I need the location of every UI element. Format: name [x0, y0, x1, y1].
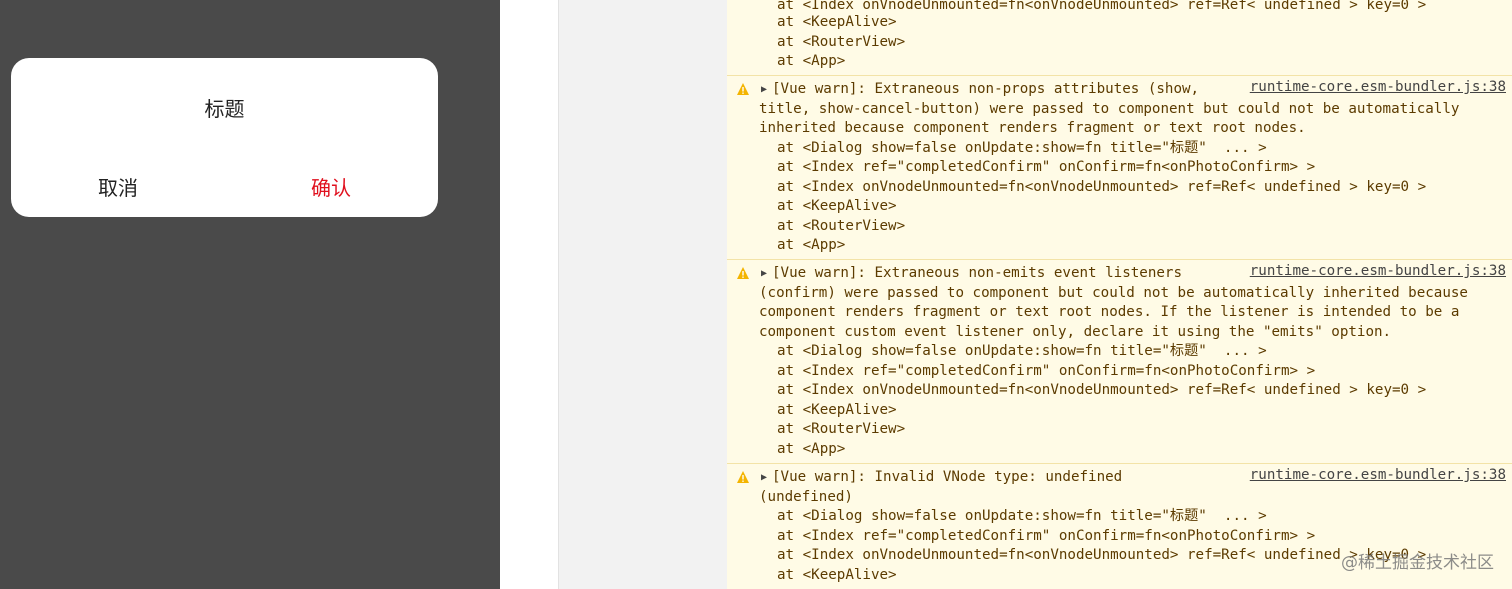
expand-arrow-icon[interactable]: ▶ — [761, 84, 767, 95]
warning-text: component renders fragment or text root … — [759, 304, 1460, 320]
stack-line: at <App> — [777, 237, 846, 253]
stack-line: at <Index onVnodeUnmounted=fn<onVnodeUnm… — [777, 179, 1427, 195]
stack-line: at <Dialog show=false onUpdate:show=fn t… — [777, 343, 1267, 359]
source-link[interactable]: runtime-core.esm-bundler.js:38 — [1250, 263, 1506, 279]
stack-line: at <Dialog show=false onUpdate:show=fn t… — [777, 140, 1267, 156]
source-link[interactable]: runtime-core.esm-bundler.js:38 — [1250, 79, 1506, 95]
stack-line: at <App> — [777, 441, 846, 457]
watermark: @稀土掘金技术社区 — [1341, 553, 1494, 573]
console-panel: at <Index onVnodeUnmounted=fn<onVnodeUnm… — [727, 0, 1512, 589]
stack-line: at <RouterView> — [777, 421, 906, 437]
warning-icon — [737, 471, 749, 483]
expand-arrow-icon[interactable]: ▶ — [761, 472, 767, 483]
warning-text: (undefined) — [759, 489, 853, 505]
warning-text: [Vue warn]: Extraneous non-emits event l… — [772, 265, 1182, 281]
stack-line: at <Index ref="completedConfirm" onConfi… — [777, 159, 1316, 175]
warning-text: [Vue warn]: Extraneous non-props attribu… — [772, 81, 1200, 97]
warning-text: component custom event listener only, de… — [759, 324, 1392, 340]
stack-line: at <KeepAlive> — [777, 14, 897, 30]
stack-line: at <KeepAlive> — [777, 567, 897, 583]
stack-line: at <Index ref="completedConfirm" onConfi… — [777, 363, 1316, 379]
stack-line: at <RouterView> — [777, 34, 906, 50]
expand-arrow-icon[interactable]: ▶ — [761, 268, 767, 279]
console-warning: ▶ [Vue warn]: Extraneous non-props attri… — [727, 75, 1512, 258]
mobile-preview — [0, 0, 500, 589]
source-link[interactable]: runtime-core.esm-bundler.js:38 — [1250, 467, 1506, 483]
dialog-title: 标题 — [204, 97, 245, 121]
cancel-button[interactable]: 取消 — [43, 172, 193, 201]
stack-line: at <Index ref="completedConfirm" onConfi… — [777, 528, 1316, 544]
warning-icon — [737, 267, 749, 279]
warning-icon — [737, 83, 749, 95]
warning-text: title, show-cancel-button) were passed t… — [759, 101, 1460, 117]
devtools-side-panel — [558, 0, 728, 589]
stack-line: at <Index onVnodeUnmounted=fn<onVnodeUnm… — [777, 382, 1427, 398]
console-warning: ▶ [Vue warn]: Extraneous non-emits event… — [727, 259, 1512, 462]
stack-line: at <Dialog show=false onUpdate:show=fn t… — [777, 508, 1267, 524]
warning-text: (confirm) were passed to component but c… — [759, 285, 1468, 301]
stack-line: at <KeepAlive> — [777, 198, 897, 214]
stack-line: at <App> — [777, 53, 846, 69]
warning-text: inherited because component renders frag… — [759, 120, 1306, 136]
stack-line: at <KeepAlive> — [777, 402, 897, 418]
confirm-button[interactable]: 确认 — [256, 172, 406, 201]
warning-text: [Vue warn]: Invalid VNode type: undefine… — [772, 469, 1123, 485]
stack-line: at <RouterView> — [777, 218, 906, 234]
page-gap — [500, 0, 558, 589]
stack-line: at <Index onVnodeUnmounted=fn<onVnodeUnm… — [777, 547, 1427, 563]
